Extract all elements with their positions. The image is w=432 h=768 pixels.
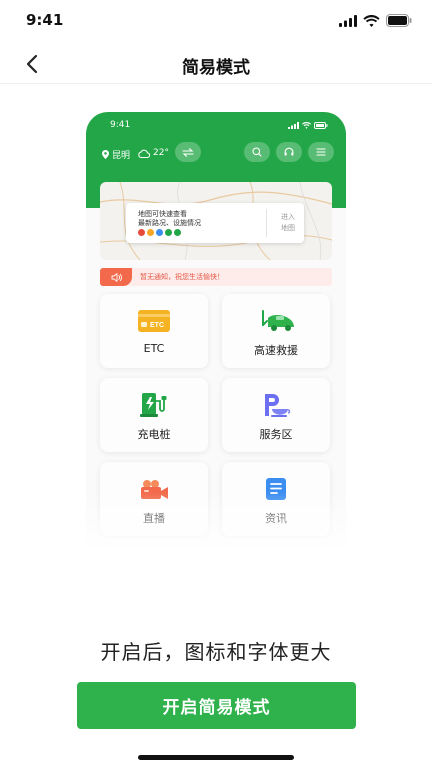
preview-search-button[interactable] [244, 142, 270, 162]
notice-tag [100, 268, 132, 286]
tile-label: 充电桩 [137, 428, 171, 441]
preview-status-time: 9:41 [110, 120, 131, 130]
tow-truck-icon [222, 308, 330, 334]
mode-description: 开启后，图标和字体更大 [100, 640, 332, 664]
headset-icon [284, 147, 294, 156]
tile-label: 服务区 [259, 428, 293, 441]
enter-map-link[interactable]: 进入 地图 [276, 212, 300, 234]
home-indicator [138, 755, 294, 760]
map-info-line2: 最新路况、设施情况 [138, 219, 201, 227]
menu-icon [316, 148, 326, 156]
preview-menu-button[interactable] [308, 142, 334, 162]
preview-city: 昆明 [112, 151, 131, 161]
enable-simple-mode-button[interactable]: 开启简易模式 [77, 682, 356, 729]
legend-dot [165, 229, 172, 236]
battery-icon [386, 14, 412, 27]
etc-card-icon: ETC [100, 308, 208, 334]
speaker-icon [111, 272, 122, 282]
wifi-icon [363, 14, 380, 27]
charging-pile-icon [100, 392, 208, 418]
map-info-card[interactable]: 地图可快速查看 最新路况、设施情况 进入 地图 [126, 203, 304, 243]
tile-highway-rescue[interactable]: 高速救援 [222, 294, 330, 368]
location-pin-icon [102, 150, 109, 159]
tile-label: 高速救援 [254, 344, 298, 357]
preview-service-button[interactable] [276, 142, 302, 162]
signal-icon [339, 14, 357, 27]
preview-weather: 22° [138, 148, 169, 158]
nav-bar: 简易模式 [0, 44, 432, 84]
legend-dot [156, 229, 163, 236]
enter-map-line2: 地图 [281, 224, 295, 232]
legend-dot [174, 229, 181, 236]
preview-status-icons [288, 122, 328, 129]
tile-charging[interactable]: 充电桩 [100, 378, 208, 452]
preview-map[interactable]: 地图可快速查看 最新路况、设施情况 进入 地图 [100, 182, 332, 260]
legend-dot [147, 229, 154, 236]
preview-temperature: 22° [153, 148, 169, 158]
page-title: 简易模式 [182, 58, 250, 78]
signal-icon [288, 122, 299, 129]
map-card-divider [266, 209, 267, 237]
enter-map-line1: 进入 [281, 213, 295, 221]
service-area-icon [222, 392, 330, 418]
wifi-icon [302, 122, 311, 129]
tile-service-area[interactable]: 服务区 [222, 378, 330, 452]
status-icons [339, 14, 412, 27]
tile-label: ETC [143, 342, 165, 355]
preview-fade [86, 492, 346, 562]
status-time: 9:41 [26, 11, 64, 29]
facility-legend [138, 229, 181, 236]
legend-dot [138, 229, 145, 236]
search-icon [252, 147, 262, 157]
swap-icon [182, 147, 194, 157]
preview-location[interactable]: 昆明 [102, 148, 130, 161]
battery-icon [314, 122, 328, 129]
notice-bar[interactable]: 暂无通知，祝您生活愉快！ [100, 268, 332, 286]
status-bar: 9:41 [0, 0, 432, 44]
tile-etc[interactable]: ETC ETC [100, 294, 208, 368]
etc-card-text: ETC [150, 322, 164, 329]
preview-switch-button[interactable] [175, 142, 201, 162]
notice-text: 暂无通知，祝您生活愉快！ [140, 273, 224, 281]
cloudy-icon [138, 149, 150, 158]
simple-mode-preview: 9:41 昆明 22° 地图可快速查看 最新路况、设施情况 进入 地图 暂无通知… [86, 112, 346, 562]
